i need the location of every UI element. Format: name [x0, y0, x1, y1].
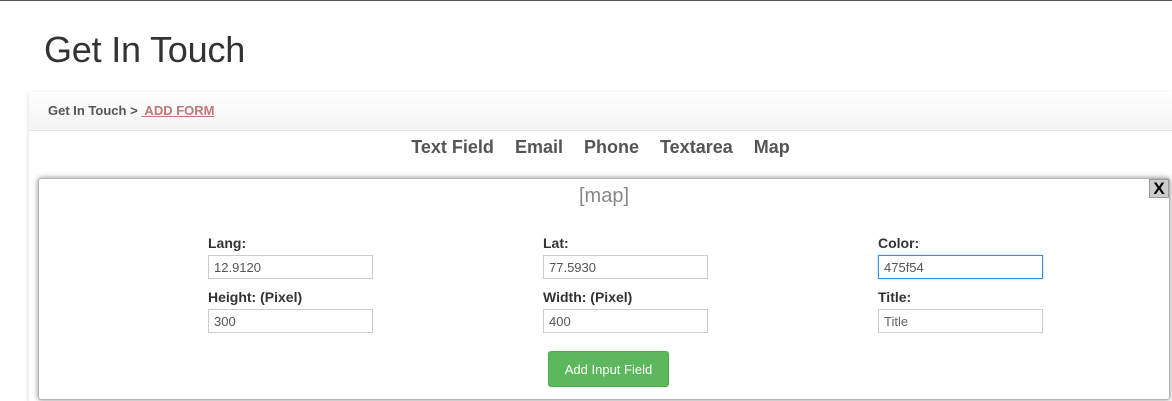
add-input-field-button[interactable]: Add Input Field — [548, 351, 669, 387]
lat-input[interactable] — [543, 255, 708, 279]
field-type-map[interactable]: Map — [754, 137, 790, 158]
color-input[interactable] — [878, 255, 1043, 279]
field-type-text-field[interactable]: Text Field — [411, 137, 494, 158]
lang-input[interactable] — [208, 255, 373, 279]
title-field-group: Title: — [878, 289, 1043, 333]
map-field-box: [map] X Lang: Lat: Color: Height: (Pixel… — [38, 178, 1170, 400]
color-field-group: Color: — [878, 235, 1043, 279]
page-title: Get In Touch — [44, 29, 246, 70]
width-field-group: Width: (Pixel) — [543, 289, 708, 333]
lang-label: Lang: — [208, 235, 247, 251]
title-input[interactable] — [878, 309, 1043, 333]
lat-field-group: Lat: — [543, 235, 708, 279]
title-label: Title: — [878, 289, 912, 305]
page: Get In Touch Get In Touch > ADD FORM Tex… — [0, 0, 1172, 401]
height-field-group: Height: (Pixel) — [208, 289, 373, 333]
field-type-phone[interactable]: Phone — [584, 137, 639, 158]
field-type-email[interactable]: Email — [515, 137, 563, 158]
breadcrumb-root: Get In Touch > — [48, 103, 142, 118]
width-label: Width: (Pixel) — [543, 289, 633, 305]
breadcrumb-add-form-link[interactable]: ADD FORM — [141, 103, 214, 118]
lat-label: Lat: — [543, 235, 569, 251]
height-label: Height: (Pixel) — [208, 289, 303, 305]
form-panel: Get In Touch > ADD FORM Text Field Email… — [29, 92, 1172, 401]
color-label: Color: — [878, 235, 920, 251]
breadcrumb-bar: Get In Touch > ADD FORM — [29, 92, 1172, 131]
lang-field-group: Lang: — [208, 235, 373, 279]
height-input[interactable] — [208, 309, 373, 333]
close-button[interactable]: X — [1149, 179, 1169, 198]
width-input[interactable] — [543, 309, 708, 333]
field-type-menu: Text Field Email Phone Textarea Map — [29, 137, 1172, 158]
map-box-heading: [map] — [578, 185, 630, 207]
breadcrumb: Get In Touch > ADD FORM — [48, 103, 214, 118]
field-type-textarea[interactable]: Textarea — [660, 137, 733, 158]
